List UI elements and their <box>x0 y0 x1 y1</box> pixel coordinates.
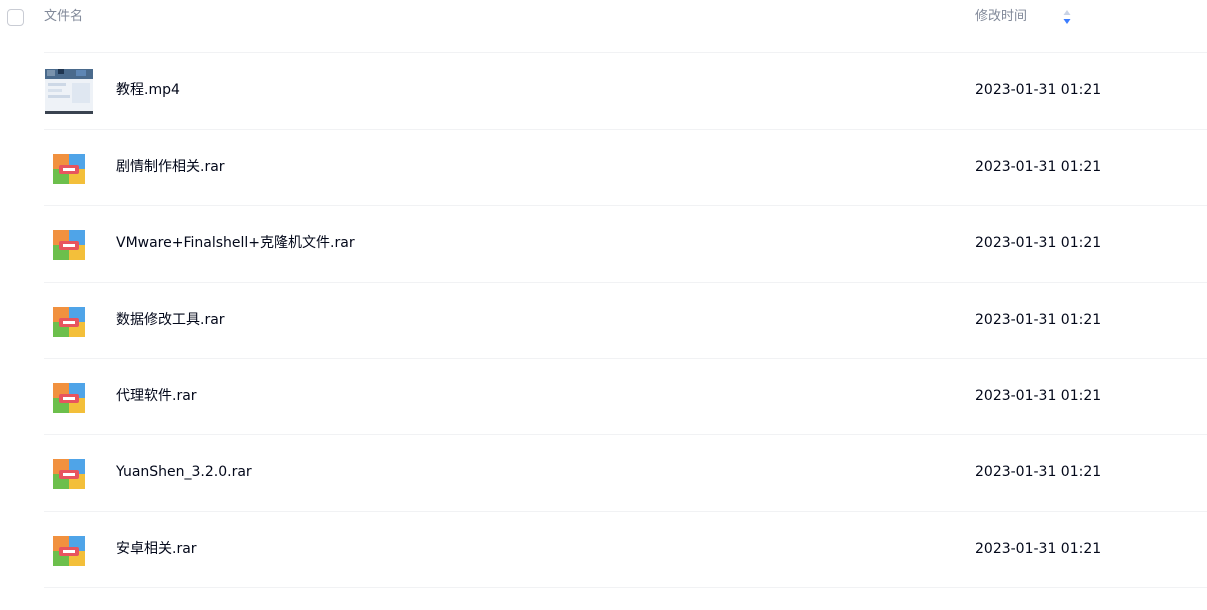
file-name[interactable]: 剧情制作相关.rar <box>116 158 225 176</box>
sort-icon[interactable] <box>1063 8 1071 26</box>
column-header-modified[interactable]: 修改时间 <box>975 9 1027 25</box>
file-name[interactable]: YuanShen_3.2.0.rar <box>116 463 252 481</box>
file-row[interactable]: 安卓相关.rar 2023-01-31 01:21 <box>44 511 1207 587</box>
archive-icon <box>53 307 85 337</box>
file-name[interactable]: 教程.mp4 <box>116 81 180 99</box>
file-name[interactable]: 代理软件.rar <box>116 387 197 405</box>
column-header-name[interactable]: 文件名 <box>44 9 83 25</box>
file-list: 文件名 修改时间 教程.mp4 2023-01-31 01:21 剧情制作相关.… <box>0 0 1207 610</box>
file-name[interactable]: VMware+Finalshell+克隆机文件.rar <box>116 234 355 252</box>
file-modified-time: 2023-01-31 01:21 <box>975 388 1102 404</box>
file-modified-time: 2023-01-31 01:21 <box>975 541 1102 557</box>
file-modified-time: 2023-01-31 01:21 <box>975 464 1102 480</box>
file-modified-time: 2023-01-31 01:21 <box>975 159 1102 175</box>
archive-icon <box>53 459 85 489</box>
file-modified-time: 2023-01-31 01:21 <box>975 312 1102 328</box>
file-row[interactable]: YuanShen_3.2.0.rar 2023-01-31 01:21 <box>44 434 1207 510</box>
list-divider <box>44 587 1207 588</box>
file-row[interactable]: VMware+Finalshell+克隆机文件.rar 2023-01-31 0… <box>44 205 1207 281</box>
archive-icon <box>53 383 85 413</box>
list-header: 文件名 修改时间 <box>0 0 1207 36</box>
file-name[interactable]: 数据修改工具.rar <box>116 311 225 329</box>
video-thumbnail-icon <box>44 67 94 117</box>
select-all-checkbox[interactable] <box>7 9 24 26</box>
file-row[interactable]: 剧情制作相关.rar 2023-01-31 01:21 <box>44 129 1207 205</box>
file-row[interactable]: 代理软件.rar 2023-01-31 01:21 <box>44 358 1207 434</box>
file-row[interactable]: 教程.mp4 2023-01-31 01:21 <box>44 52 1207 128</box>
file-modified-time: 2023-01-31 01:21 <box>975 235 1102 251</box>
file-row[interactable]: 数据修改工具.rar 2023-01-31 01:21 <box>44 282 1207 358</box>
file-modified-time: 2023-01-31 01:21 <box>975 82 1102 98</box>
archive-icon <box>53 536 85 566</box>
archive-icon <box>53 230 85 260</box>
file-name[interactable]: 安卓相关.rar <box>116 540 197 558</box>
archive-icon <box>53 154 85 184</box>
